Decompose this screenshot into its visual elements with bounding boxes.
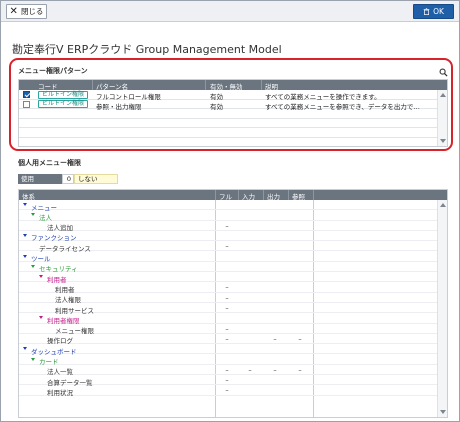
- pattern-grid: コード パターン名 有効・無効 説明 ビルトイン権限 フルコントロール権限 有効 すべ…: [18, 79, 448, 147]
- expand-toggle-icon[interactable]: [39, 275, 43, 279]
- tree-scroll-up-icon[interactable]: [440, 203, 446, 207]
- pattern-scrollbar[interactable]: [437, 90, 447, 146]
- expand-toggle-icon[interactable]: [23, 233, 27, 237]
- permission-cell[interactable]: –: [216, 386, 238, 394]
- pattern-section-title: メニュー権限パターン: [18, 67, 88, 75]
- tree-row[interactable]: 法人: [19, 210, 439, 222]
- permission-cell[interactable]: –: [216, 242, 238, 250]
- expand-toggle-icon[interactable]: [23, 347, 27, 351]
- app-title: 勘定奉行V ERPクラウド Group Management Model: [12, 43, 282, 56]
- tree-row[interactable]: 利用サービス –: [19, 303, 439, 315]
- use-label: 使用: [18, 174, 62, 184]
- permission-cell[interactable]: –: [216, 304, 238, 312]
- close-button-label: 閉じる: [20, 7, 44, 16]
- permission-cell[interactable]: –: [216, 325, 238, 333]
- expand-toggle-icon[interactable]: [23, 203, 27, 206]
- permission-cell[interactable]: –: [216, 294, 238, 302]
- search-icon[interactable]: [439, 68, 448, 77]
- permission-cell[interactable]: –: [216, 335, 238, 343]
- tree-row[interactable]: カード: [19, 355, 439, 366]
- permission-cell[interactable]: –: [264, 366, 286, 374]
- tree-row[interactable]: 利用者: [19, 272, 439, 284]
- pattern-row[interactable]: ビルトイン権限 参照・出力権限 有効 すべての業務メニューを参照でき、データを出力で…: [19, 100, 439, 111]
- row-checkbox[interactable]: [23, 100, 30, 108]
- menu-tree-grid: 体系 フル 入力 出力 参照 メニュー 法人 法人追加 – ファンクション データライセン…: [18, 189, 448, 418]
- tree-row[interactable]: 利用状況 –: [19, 385, 439, 397]
- tree-row[interactable]: ダッシュボード: [19, 344, 439, 356]
- permission-cell[interactable]: –: [264, 335, 286, 343]
- tree-scroll-down-icon[interactable]: [440, 410, 446, 414]
- expand-toggle-icon[interactable]: [31, 213, 35, 217]
- permission-cell[interactable]: –: [239, 366, 261, 374]
- use-value-field[interactable]: 0: [62, 174, 74, 184]
- tree-row[interactable]: 法人権限 –: [19, 293, 439, 304]
- tree-row[interactable]: ツール: [19, 252, 439, 263]
- expand-toggle-icon[interactable]: [31, 264, 35, 268]
- tree-node-label: 利用状況: [47, 388, 73, 397]
- personal-section-title: 個人用メニュー権限: [18, 159, 81, 167]
- close-icon: ✕: [9, 5, 18, 17]
- pattern-grid-header: コード パターン名 有効・無効 説明: [19, 80, 447, 91]
- permission-cell[interactable]: –: [216, 376, 238, 384]
- tree-row[interactable]: 利用者権限: [19, 313, 439, 325]
- tree-row[interactable]: 利用者 –: [19, 282, 439, 294]
- tree-row[interactable]: ファンクション: [19, 231, 439, 242]
- tree-row[interactable]: 法人一覧 – – – –: [19, 365, 439, 376]
- tree-row[interactable]: メニュー: [19, 200, 439, 212]
- builtin-badge: ビルトイン権限: [38, 90, 88, 99]
- builtin-badge: ビルトイン権限: [38, 100, 88, 108]
- close-button[interactable]: ✕ 閉じる: [6, 4, 47, 19]
- tree-row[interactable]: セキュリティ: [19, 262, 439, 273]
- ok-button[interactable]: OK: [413, 4, 454, 19]
- expand-toggle-icon[interactable]: [39, 316, 43, 320]
- row-checkbox[interactable]: [23, 91, 30, 98]
- toolbar: ✕ 閉じる OK: [1, 1, 459, 22]
- expand-toggle-icon[interactable]: [23, 254, 27, 258]
- tree-row[interactable]: 操作ログ – – –: [19, 334, 439, 345]
- scroll-down-icon[interactable]: [440, 139, 446, 143]
- ok-button-label: OK: [433, 7, 444, 16]
- tree-row[interactable]: 法人追加 –: [19, 221, 439, 232]
- pattern-row: [19, 119, 439, 128]
- tree-row[interactable]: メニュー権限 –: [19, 324, 439, 335]
- pattern-row: [19, 128, 439, 138]
- tree-grid-header: 体系 フル 入力 出力 参照: [19, 190, 447, 201]
- tree-row[interactable]: 合算データ一覧 –: [19, 375, 439, 387]
- permission-cell[interactable]: –: [289, 335, 311, 343]
- dialog-window: ✕ 閉じる OK 勘定奉行V ERPクラウド Group Management …: [0, 0, 460, 422]
- permission-cell[interactable]: –: [216, 222, 238, 230]
- permission-cell[interactable]: –: [289, 366, 311, 374]
- tree-scrollbar[interactable]: [437, 200, 447, 417]
- scroll-up-icon[interactable]: [440, 93, 446, 97]
- permission-cell[interactable]: –: [216, 366, 238, 374]
- pattern-row: [19, 109, 439, 119]
- use-value-text: しない: [74, 174, 118, 184]
- tree-row[interactable]: データライセンス –: [19, 241, 439, 253]
- pattern-row[interactable]: ビルトイン権限 フルコントロール権限 有効 すべての業務メニューを操作できます。: [19, 90, 439, 101]
- expand-toggle-icon[interactable]: [31, 357, 35, 361]
- trash-icon: [423, 8, 430, 15]
- permission-cell[interactable]: –: [216, 283, 238, 291]
